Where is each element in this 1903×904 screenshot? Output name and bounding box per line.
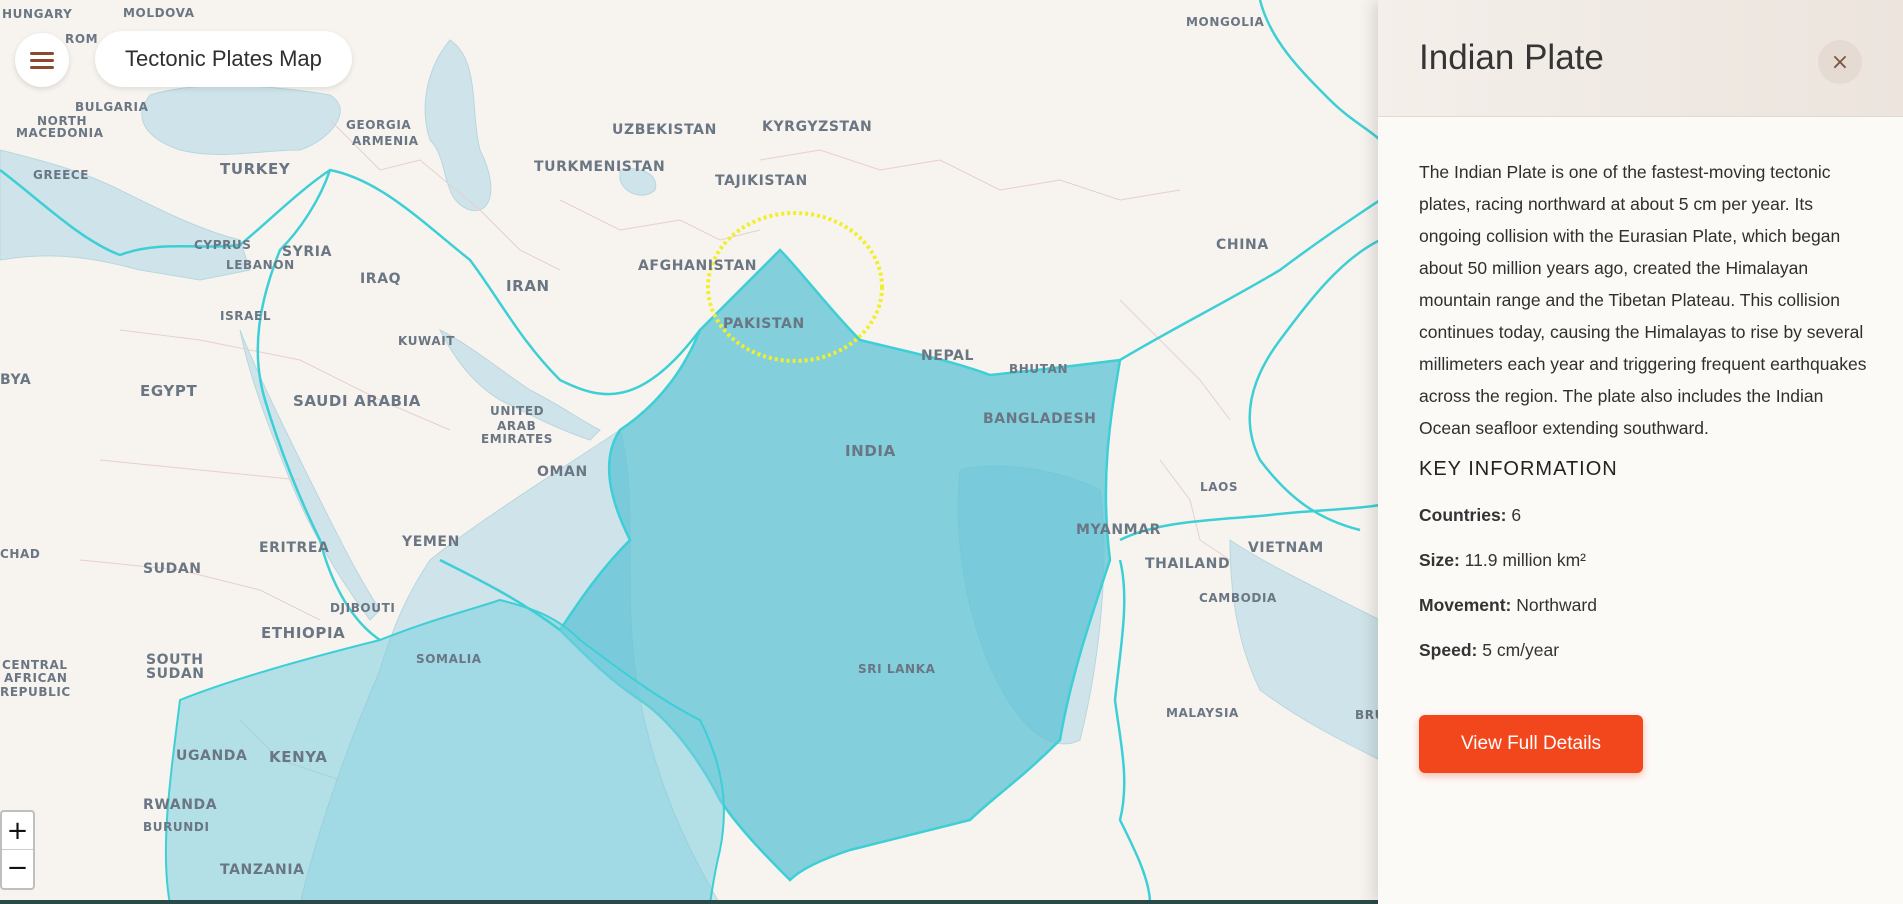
info-movement: Movement: Northward xyxy=(1419,595,1869,616)
label-greece: GREECE xyxy=(33,168,90,182)
zoom-control: + − xyxy=(0,810,35,890)
panel-header: Indian Plate × xyxy=(1378,0,1903,117)
info-value: 5 cm/year xyxy=(1482,640,1560,660)
label-south-sudan: SUDAN xyxy=(146,666,205,682)
info-label: Movement: xyxy=(1419,595,1512,615)
info-label: Countries: xyxy=(1419,505,1507,525)
label-malaysia: MALAYSIA xyxy=(1166,706,1239,720)
label-saudi-arabia: SAUDI ARABIA xyxy=(293,392,421,410)
label-african: AFRICAN xyxy=(4,671,68,685)
label-bru: BRU xyxy=(1355,708,1380,722)
label-egypt: EGYPT xyxy=(140,382,198,400)
info-countries: Countries: 6 xyxy=(1419,505,1869,526)
label-sudan: SUDAN xyxy=(143,561,202,577)
label-uzbekistan: UZBEKISTAN xyxy=(612,122,717,138)
plus-icon: + xyxy=(6,815,29,846)
label-somalia: SOMALIA xyxy=(416,652,482,666)
label-chad: CHAD xyxy=(0,547,41,561)
info-value: Northward xyxy=(1516,595,1597,615)
info-speed: Speed: 5 cm/year xyxy=(1419,640,1869,661)
south-china-sea xyxy=(1229,539,1380,761)
label-georgia: GEORGIA xyxy=(346,118,412,132)
label-oman: OMAN xyxy=(537,464,588,480)
label-moldova: MOLDOVA xyxy=(123,6,195,20)
label-sri-lanka: SRI LANKA xyxy=(858,662,936,676)
label-armenia: ARMENIA xyxy=(352,134,419,148)
info-label: Speed: xyxy=(1419,640,1478,660)
red-sea xyxy=(239,329,381,621)
map-title: Tectonic Plates Map xyxy=(95,31,352,87)
label-turkmenistan: TURKMENISTAN xyxy=(534,159,666,175)
hamburger-menu-icon xyxy=(30,50,54,71)
label-india: INDIA xyxy=(845,442,896,460)
label-burundi: BURUNDI xyxy=(143,820,210,834)
plate-description: The Indian Plate is one of the fastest-m… xyxy=(1419,162,1867,438)
label-laos: LAOS xyxy=(1200,480,1239,494)
plate-details-panel: Indian Plate × The Indian Plate is one o… xyxy=(1378,0,1903,904)
label-nepal: NEPAL xyxy=(921,348,975,364)
zoom-in-button[interactable]: + xyxy=(2,812,33,849)
label-arab: ARAB xyxy=(497,419,537,433)
label-lebanon: LEBANON xyxy=(226,258,295,272)
label-bya: BYA xyxy=(0,372,32,388)
label-kenya: KENYA xyxy=(269,748,328,766)
label-turkey: TURKEY xyxy=(220,160,291,178)
label-united: UNITED xyxy=(490,404,545,418)
label-emirates: EMIRATES xyxy=(481,432,554,446)
bottom-bar xyxy=(0,900,1380,904)
zoom-out-button[interactable]: − xyxy=(2,849,33,886)
close-button[interactable]: × xyxy=(1818,40,1862,84)
label-iraq: IRAQ xyxy=(360,271,402,287)
view-full-details-button[interactable]: View Full Details xyxy=(1419,715,1643,773)
label-bulgaria: BULGARIA xyxy=(75,100,149,114)
info-size: Size: 11.9 million km² xyxy=(1419,550,1869,571)
label-tanzania: TANZANIA xyxy=(220,862,305,878)
label-china: CHINA xyxy=(1216,237,1269,253)
label-hungary: HUNGARY xyxy=(2,7,73,21)
label-macedonia: MACEDONIA xyxy=(16,126,104,140)
label-ethiopia: ETHIOPIA xyxy=(261,624,346,642)
label-republic: REPUBLIC xyxy=(0,685,71,699)
label-bangladesh: BANGLADESH xyxy=(983,411,1097,427)
panel-title: Indian Plate xyxy=(1419,38,1604,77)
label-afghanistan: AFGHANISTAN xyxy=(638,258,758,274)
menu-button[interactable] xyxy=(15,33,69,87)
label-mongolia: MONGOLIA xyxy=(1186,15,1265,29)
label-tajikistan: TAJIKISTAN xyxy=(715,173,808,189)
label-thailand: THAILAND xyxy=(1145,556,1231,572)
label-yemen: YEMEN xyxy=(402,534,460,550)
info-label: Size: xyxy=(1419,550,1460,570)
info-value: 6 xyxy=(1511,505,1522,525)
label-myanmar: MYANMAR xyxy=(1076,522,1162,538)
close-icon: × xyxy=(1830,49,1850,75)
label-vietnam: VIETNAM xyxy=(1248,540,1324,556)
label-eritrea: ERITREA xyxy=(259,540,330,556)
label-kuwait: KUWAIT xyxy=(398,334,456,348)
label-bhutan: BHUTAN xyxy=(1009,362,1069,376)
map-view[interactable]: HUNGARY MOLDOVA ROM MONGOLIA BULGARIA NO… xyxy=(0,0,1380,904)
label-uganda: UGANDA xyxy=(176,748,248,764)
label-kyrgyzstan: KYRGYZSTAN xyxy=(762,119,873,135)
key-information-heading: KEY INFORMATION xyxy=(1419,458,1618,480)
label-cyprus: CYPRUS xyxy=(194,238,252,252)
label-djibouti: DJIBOUTI xyxy=(330,601,396,615)
label-pakistan: PAKISTAN xyxy=(723,316,805,332)
label-iran: IRAN xyxy=(506,277,550,295)
label-rom: ROM xyxy=(65,32,99,46)
label-rwanda: RWANDA xyxy=(143,797,218,813)
label-cambodia: CAMBODIA xyxy=(1199,591,1277,605)
panel-body: The Indian Plate is one of the fastest-m… xyxy=(1419,156,1869,773)
caspian-sea xyxy=(424,39,492,212)
black-sea xyxy=(141,85,341,155)
label-israel: ISRAEL xyxy=(220,309,272,323)
info-value: 11.9 million km² xyxy=(1464,550,1586,570)
label-central: CENTRAL xyxy=(2,658,68,672)
minus-icon: − xyxy=(6,853,29,883)
